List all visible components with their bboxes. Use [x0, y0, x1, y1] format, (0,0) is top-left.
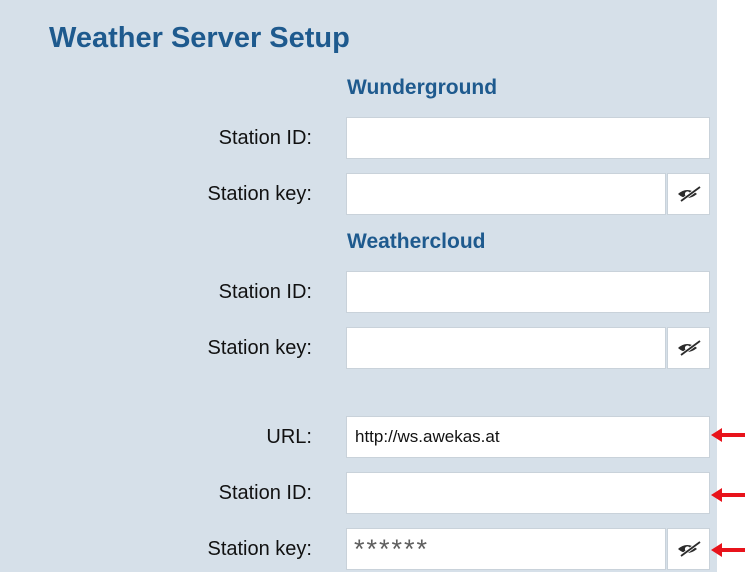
custom-station-id-input[interactable] — [346, 472, 710, 514]
eye-slash-icon — [677, 339, 701, 357]
custom-url-input[interactable] — [346, 416, 710, 458]
custom-url-label: URL: — [266, 426, 312, 448]
left-arrow-icon — [711, 428, 745, 442]
page-title: Weather Server Setup — [49, 22, 350, 54]
custom-station-id-label: Station ID: — [218, 482, 312, 504]
eye-slash-icon — [677, 185, 701, 203]
custom-station-key-masked-value: ****** — [354, 534, 430, 564]
wunderground-station-id-label: Station ID: — [218, 127, 312, 149]
custom-station-key-label: Station key: — [207, 538, 312, 560]
weather-server-setup-panel: Weather Server Setup Wunderground Statio… — [0, 0, 717, 572]
section-title-wunderground: Wunderground — [347, 76, 498, 99]
wunderground-station-id-input[interactable] — [346, 117, 710, 159]
section-title-weathercloud: Weathercloud — [347, 230, 486, 253]
wunderground-station-key-label: Station key: — [207, 183, 312, 205]
left-arrow-icon — [711, 488, 745, 502]
weathercloud-show-key-button[interactable] — [667, 327, 710, 369]
wunderground-show-key-button[interactable] — [667, 173, 710, 215]
weathercloud-station-id-label: Station ID: — [218, 281, 312, 303]
weathercloud-station-key-input[interactable] — [346, 327, 666, 369]
weathercloud-station-id-input[interactable] — [346, 271, 710, 313]
weathercloud-station-key-label: Station key: — [207, 337, 312, 359]
left-arrow-icon — [711, 543, 745, 557]
custom-show-key-button[interactable] — [667, 528, 710, 570]
wunderground-station-key-input[interactable] — [346, 173, 666, 215]
eye-slash-icon — [677, 540, 701, 558]
